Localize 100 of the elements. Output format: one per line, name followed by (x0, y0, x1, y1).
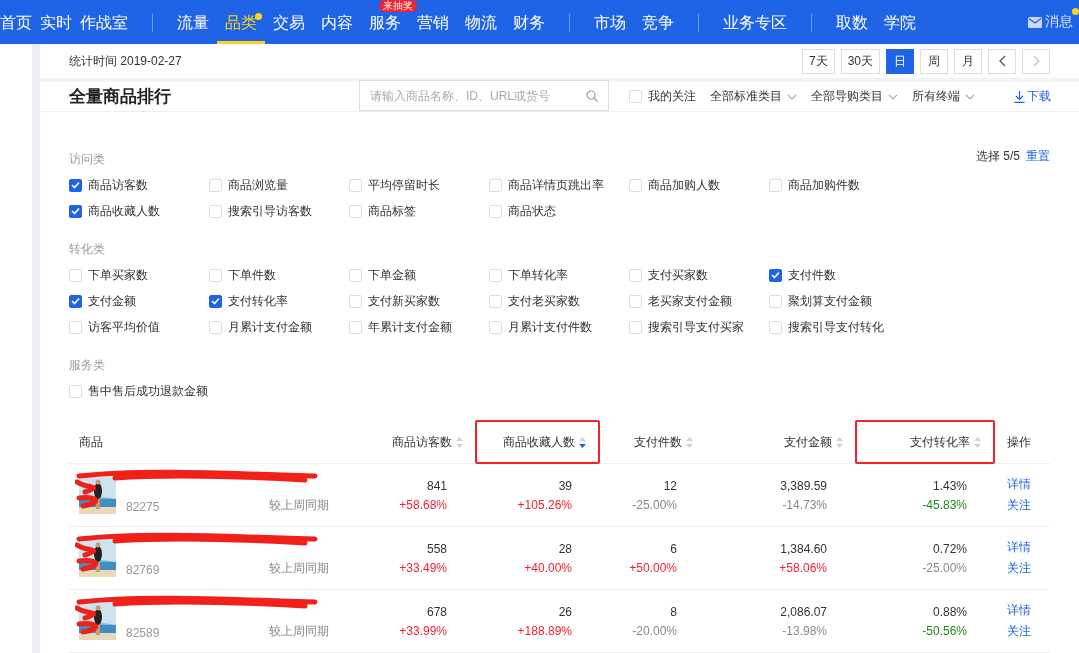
search-field[interactable]: 请输入商品名称、ID、URL或货号 (359, 80, 609, 111)
checkbox-label[interactable]: 商品收藏人数 (88, 202, 160, 220)
checkbox-label[interactable]: 商品访客数 (88, 176, 148, 194)
nav-tab[interactable]: 品类 (217, 13, 265, 44)
checkbox-label[interactable]: 年累计支付金额 (368, 318, 452, 336)
highlighted-column-header[interactable]: 商品收藏人数 (475, 420, 600, 464)
group-title: 转化类 (69, 241, 105, 258)
checkbox-label[interactable]: 支付买家数 (648, 266, 708, 284)
column-header[interactable]: 商品访客数 (335, 420, 475, 464)
checkbox[interactable] (69, 204, 82, 218)
checkbox-label[interactable]: 商品状态 (508, 202, 556, 220)
checkbox-label[interactable]: 月累计支付金额 (228, 318, 312, 336)
checkbox[interactable] (69, 294, 82, 308)
action-link[interactable]: 详情 (1007, 476, 1049, 493)
checkbox-label[interactable]: 商品加购人数 (648, 176, 720, 194)
change-value: -45.83% (922, 497, 967, 512)
period-button[interactable]: 周 (920, 48, 948, 74)
checkbox-label[interactable]: 商品加购件数 (788, 176, 860, 194)
checkbox-label[interactable]: 下单金额 (368, 266, 416, 284)
change-value: +188.89% (517, 623, 572, 638)
action-link[interactable]: 关注 (1007, 623, 1049, 640)
caret-icon (787, 93, 797, 100)
period-button[interactable]: 日 (886, 48, 914, 74)
checkbox-label[interactable]: 商品详情页跳出率 (508, 176, 604, 194)
dropdown[interactable]: 全部导购类目 (811, 88, 883, 105)
nav-tab[interactable]: 交易 (265, 13, 313, 44)
reset-link[interactable]: 重置 (1026, 148, 1050, 165)
checkbox-label[interactable]: 我的关注 (648, 88, 696, 105)
nav-tab[interactable]: 实时 (40, 13, 80, 44)
checkbox-label[interactable]: 平均停留时长 (368, 176, 440, 194)
group-title: 访问类 (69, 151, 105, 168)
download-link[interactable]: 下载 (1014, 88, 1051, 105)
chevron-icon (1031, 55, 1041, 67)
column-header[interactable]: 支付件数 (600, 420, 705, 464)
nav-tab[interactable]: 业务专区 (715, 13, 795, 44)
period-button[interactable]: 7天 (801, 48, 835, 74)
section-title: 全量商品排行 (68, 86, 172, 108)
nav-tab[interactable]: 营销 (409, 13, 457, 44)
checkbox-label[interactable]: 商品浏览量 (228, 176, 288, 194)
checkbox-label[interactable]: 聚划算支付金额 (788, 292, 872, 310)
stat-date: 统计时间 2019-02-27 (69, 52, 183, 70)
change-value: -13.98% (782, 623, 827, 638)
nav-tab[interactable]: 服务 (361, 13, 409, 44)
nav-tab[interactable]: 流量 (169, 13, 217, 44)
checkbox-label[interactable]: 下单买家数 (88, 266, 148, 284)
group-title: 服务类 (69, 357, 105, 374)
messages-link[interactable]: 消息 (1045, 13, 1073, 31)
nav-tab[interactable]: 竞争 (634, 13, 682, 44)
checkbox-label[interactable]: 访客平均价值 (88, 318, 160, 336)
nav-tab[interactable]: 作战室 (80, 13, 136, 44)
metric-value: 39 (558, 478, 572, 493)
checkbox-label[interactable]: 支付新买家数 (368, 292, 440, 310)
metric-value: 26 (558, 604, 572, 619)
checkbox-label[interactable]: 商品标签 (368, 202, 416, 220)
action-link[interactable]: 关注 (1007, 497, 1049, 514)
caret-icon (965, 93, 975, 100)
nav-tab[interactable]: 财务 (505, 13, 553, 44)
metric-value: 841 (426, 478, 447, 493)
period-button[interactable]: 月 (954, 48, 982, 74)
column-header[interactable]: 支付金额 (705, 420, 855, 464)
dropdown[interactable]: 全部标准类目 (710, 88, 782, 105)
checkbox-label[interactable]: 售中售后成功退款金额 (88, 382, 208, 400)
checkbox[interactable] (769, 268, 782, 282)
highlighted-column-header[interactable]: 支付转化率 (855, 420, 995, 464)
product-id: 82589 (126, 625, 160, 640)
checkbox[interactable] (209, 294, 222, 308)
checkbox-label[interactable]: 下单件数 (228, 266, 276, 284)
action-link[interactable]: 详情 (1007, 602, 1049, 619)
checkbox-label[interactable]: 支付件数 (788, 266, 836, 284)
action-link[interactable]: 关注 (1007, 560, 1049, 577)
nav-tab[interactable]: 取数 (828, 13, 876, 44)
metric-value: 558 (426, 541, 447, 556)
checkbox-label[interactable]: 搜索引导访客数 (228, 202, 312, 220)
change-value: -14.73% (782, 497, 827, 512)
change-value: +40.00% (524, 560, 572, 575)
previous-button[interactable] (988, 48, 1016, 74)
checkbox-label[interactable]: 支付转化率 (228, 292, 288, 310)
checkbox-label[interactable]: 支付金额 (88, 292, 136, 310)
nav-tab[interactable]: 学院 (876, 13, 924, 44)
column-header: 商品 (78, 433, 104, 451)
nav-tab[interactable]: 内容 (313, 13, 361, 44)
change-value: -25.00% (632, 497, 677, 512)
nav-tab[interactable]: 市场 (586, 13, 634, 44)
period-button[interactable]: 30天 (840, 48, 880, 74)
checkbox[interactable] (69, 178, 82, 192)
metric-value: 0.88% (932, 604, 967, 619)
checkbox-label[interactable]: 搜索引导支付买家 (648, 318, 744, 336)
checkbox-label[interactable]: 下单转化率 (508, 266, 568, 284)
dropdown[interactable]: 所有终端 (912, 88, 960, 105)
nav-tab[interactable]: 首页 (0, 13, 40, 44)
checkbox-label[interactable]: 搜索引导支付转化 (788, 318, 884, 336)
checkbox-label[interactable]: 老买家支付金额 (648, 292, 732, 310)
action-link[interactable]: 详情 (1007, 539, 1049, 556)
caret-icon (888, 93, 898, 100)
checkbox-label[interactable]: 支付老买家数 (508, 292, 580, 310)
mail-icon[interactable] (1028, 16, 1042, 28)
column-header: 操作 (1006, 433, 1032, 451)
change-value: -20.00% (632, 623, 677, 638)
checkbox-label[interactable]: 月累计支付件数 (508, 318, 592, 336)
nav-tab[interactable]: 物流 (457, 13, 505, 44)
